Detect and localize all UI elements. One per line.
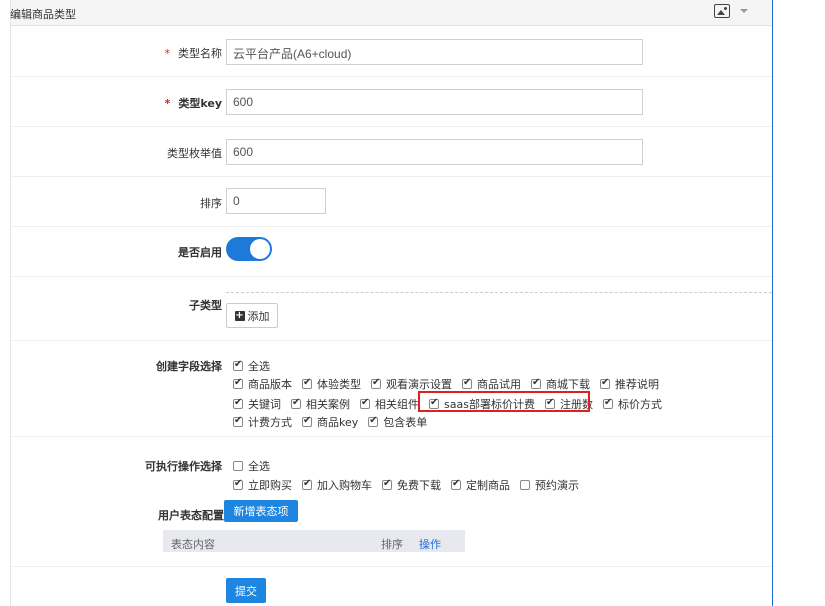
checkbox[interactable] bbox=[371, 377, 381, 389]
caret-down-icon[interactable] bbox=[740, 9, 748, 13]
checkbox[interactable] bbox=[368, 415, 379, 427]
actions-select-all[interactable]: 全选 bbox=[233, 458, 270, 474]
actions-row: 立即购买 加入购物车 免费下载 定制商品 预约演示 bbox=[233, 477, 589, 493]
field-checkbox[interactable]: 商品版本 bbox=[233, 376, 292, 392]
create-fields-select-all[interactable]: 全选 bbox=[233, 358, 270, 374]
type-key-input[interactable]: 600 bbox=[226, 89, 643, 115]
enabled-row: 是否启用 bbox=[11, 227, 772, 277]
actions-select-all-line: 全选 bbox=[233, 458, 280, 474]
enum-value-input[interactable]: 600 bbox=[226, 139, 643, 165]
field-checkbox[interactable]: 关键词 bbox=[233, 396, 281, 412]
user-status-label: 用户表态配置 bbox=[158, 509, 224, 522]
create-fields-label: 创建字段选择 bbox=[156, 360, 222, 373]
status-table-header: 表态内容 排序 操作 bbox=[163, 530, 465, 552]
field-checkbox[interactable]: 观看演示设置 bbox=[371, 376, 452, 392]
column-header-operation: 操作 bbox=[419, 538, 441, 551]
checkbox[interactable] bbox=[291, 397, 301, 409]
checkbox[interactable] bbox=[600, 377, 610, 389]
type-name-input[interactable]: 云平台产品(A6+cloud) bbox=[226, 39, 643, 65]
field-checkbox[interactable]: 相关案例 bbox=[291, 396, 350, 412]
field-checkbox[interactable]: 商城下载 bbox=[531, 376, 590, 392]
plus-icon: + bbox=[234, 309, 245, 321]
checkbox[interactable] bbox=[233, 478, 243, 490]
panel-title: 编辑商品类型 bbox=[10, 8, 76, 21]
action-checkbox[interactable]: 预约演示 bbox=[520, 477, 579, 493]
enum-value-row: 类型枚举值 600 bbox=[11, 127, 772, 177]
field-checkbox[interactable]: 体验类型 bbox=[302, 376, 361, 392]
subtype-divider bbox=[226, 292, 772, 293]
field-checkbox[interactable]: 推荐说明 bbox=[600, 376, 659, 392]
sort-row: 排序 0 bbox=[11, 177, 772, 227]
checkbox[interactable] bbox=[233, 461, 243, 471]
enabled-label: 是否启用 bbox=[178, 246, 222, 259]
add-status-button[interactable]: 新增表态项 bbox=[224, 500, 298, 522]
checkbox[interactable] bbox=[382, 478, 392, 490]
action-checkbox[interactable]: 免费下载 bbox=[382, 477, 441, 493]
column-header-sort[interactable]: 排序 bbox=[381, 536, 403, 552]
add-subtype-label: 添加 bbox=[247, 309, 270, 323]
checkbox[interactable] bbox=[360, 397, 370, 409]
type-name-label: * 类型名称 bbox=[164, 47, 223, 60]
sort-label: 排序 bbox=[200, 197, 222, 210]
edit-product-type-panel: 编辑商品类型 * 类型名称 云平台产品(A6+cloud) * 类型key 600 … bbox=[10, 0, 773, 606]
checkbox[interactable] bbox=[462, 377, 472, 389]
field-checkbox[interactable]: 标价方式 bbox=[602, 396, 662, 412]
checkbox[interactable] bbox=[302, 415, 312, 427]
divider bbox=[11, 436, 772, 437]
field-checkbox[interactable]: 商品key bbox=[302, 414, 358, 430]
checkbox[interactable] bbox=[233, 359, 243, 371]
action-checkbox[interactable]: 定制商品 bbox=[451, 477, 510, 493]
checkbox[interactable] bbox=[451, 478, 461, 490]
checkbox[interactable] bbox=[520, 480, 530, 490]
field-checkbox[interactable]: 商品试用 bbox=[462, 376, 521, 392]
checkbox[interactable] bbox=[602, 397, 613, 409]
toggle-knob bbox=[250, 239, 270, 259]
create-fields-row-1: 商品版本 体验类型 观看演示设置 商品试用 商城下载 推荐说明 bbox=[233, 376, 669, 392]
action-checkbox[interactable]: 立即购买 bbox=[233, 477, 292, 493]
actions-label: 可执行操作选择 bbox=[145, 460, 222, 473]
enabled-toggle[interactable] bbox=[226, 237, 272, 261]
checkbox[interactable] bbox=[531, 377, 541, 389]
field-checkbox[interactable]: 计费方式 bbox=[233, 414, 292, 430]
header-tools bbox=[714, 4, 748, 18]
type-name-row: * 类型名称 云平台产品(A6+cloud) bbox=[11, 27, 772, 77]
type-key-row: * 类型key 600 bbox=[11, 77, 772, 127]
add-subtype-button[interactable]: + 添加 bbox=[226, 303, 278, 328]
panel-header: 编辑商品类型 bbox=[10, 0, 772, 26]
field-checkbox[interactable]: 包含表单 bbox=[368, 414, 427, 430]
action-checkbox[interactable]: 加入购物车 bbox=[302, 477, 372, 493]
divider bbox=[11, 566, 772, 567]
checkbox[interactable] bbox=[233, 377, 243, 389]
create-fields-row-3: 计费方式 商品key 包含表单 bbox=[233, 414, 437, 430]
divider bbox=[11, 340, 772, 341]
checkbox[interactable] bbox=[302, 377, 312, 389]
submit-button[interactable]: 提交 bbox=[226, 578, 266, 603]
create-fields-select-all-line: 全选 bbox=[233, 358, 280, 374]
sort-input[interactable]: 0 bbox=[226, 188, 326, 214]
type-key-label: * 类型key bbox=[164, 97, 222, 110]
checkbox[interactable] bbox=[233, 415, 243, 427]
checkbox[interactable] bbox=[302, 478, 312, 490]
highlight-box bbox=[418, 391, 590, 412]
column-header-content: 表态内容 bbox=[171, 538, 215, 551]
field-checkbox[interactable]: 相关组件 bbox=[360, 396, 419, 412]
subtype-row: 子类型 bbox=[11, 277, 772, 340]
image-icon[interactable] bbox=[714, 4, 730, 18]
subtype-label: 子类型 bbox=[189, 299, 222, 312]
checkbox[interactable] bbox=[233, 397, 243, 409]
enum-value-label: 类型枚举值 bbox=[167, 147, 222, 160]
